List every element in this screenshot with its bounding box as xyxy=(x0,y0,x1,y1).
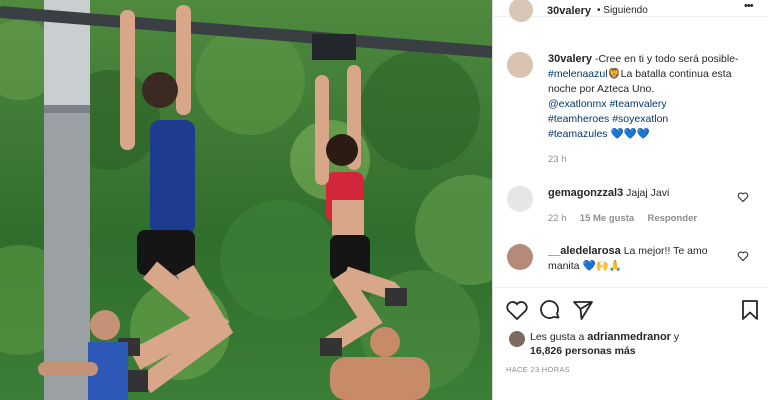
comment-1-likes[interactable]: 15 Me gusta xyxy=(580,213,634,224)
hashtag-soyexatlon[interactable]: #soyexatlon xyxy=(612,113,668,125)
caption-text-1: -Cree en ti y todo será posible- xyxy=(594,53,739,65)
hashtag-teamvalery[interactable]: #teamvalery xyxy=(609,98,666,110)
post-caption: 30valery -Cree en ti y todo será posible… xyxy=(548,52,748,142)
lion-emoji: 🦁 xyxy=(607,68,621,80)
photo-scene xyxy=(0,0,492,400)
mention-exatlonmx[interactable]: @exatlonmx xyxy=(548,98,607,110)
comment-1-meta: 22 h 15 Me gusta Responder xyxy=(548,213,697,224)
post-header: 30valery • Siguiendo ••• xyxy=(493,0,768,22)
comment-1-reply[interactable]: Responder xyxy=(647,213,697,224)
caption-username[interactable]: 30valery xyxy=(548,53,592,65)
comment-2-username[interactable]: __aledelarosa xyxy=(548,245,621,257)
post-side-panel: 30valery • Siguiendo ••• 30valery -Cree … xyxy=(492,0,768,400)
comment-2-emojis: 💙🙌🙏 xyxy=(582,260,622,272)
more-icon[interactable]: ••• xyxy=(744,0,754,12)
comment-2: __aledelarosa La mejor!! Te amo manita 💙… xyxy=(548,244,733,274)
blue-hearts-emoji: 💙💙💙 xyxy=(610,128,650,140)
hashtag-melenaazul[interactable]: #melenaazul xyxy=(548,68,608,80)
author-avatar[interactable] xyxy=(509,0,533,22)
follow-status: • Siguiendo xyxy=(597,5,648,16)
paper-plane-icon[interactable] xyxy=(571,298,595,322)
liker-username[interactable]: adrianmedranor xyxy=(587,331,671,343)
likes-prefix: Les gusta a xyxy=(530,331,585,343)
liker-avatar[interactable] xyxy=(509,331,525,347)
comment-avatar-2[interactable] xyxy=(507,244,533,270)
likes-conj: y xyxy=(673,331,680,343)
comment-1-heart-icon[interactable] xyxy=(737,191,749,203)
likes-count[interactable]: 16,826 personas más xyxy=(530,345,636,357)
comment-icon[interactable] xyxy=(538,298,562,322)
likes-summary: Les gusta a adrianmedranor y xyxy=(530,330,735,345)
caption-time[interactable]: 23 h xyxy=(548,154,567,165)
comment-1: gemagonzzal3 Jajaj Javi xyxy=(548,187,738,199)
hashtag-teamazules[interactable]: #teamazules xyxy=(548,128,608,140)
comment-1-username[interactable]: gemagonzzal3 xyxy=(548,187,623,199)
comment-2-heart-icon[interactable] xyxy=(737,250,749,262)
bookmark-icon[interactable] xyxy=(738,298,762,322)
hashtag-teamheroes[interactable]: #teamheroes xyxy=(548,113,609,125)
comment-avatar-1[interactable] xyxy=(507,186,533,212)
actions-divider xyxy=(493,287,768,288)
follow-status-text[interactable]: Siguiendo xyxy=(603,5,647,16)
comment-1-text: Jajaj Javi xyxy=(626,187,670,199)
comment-1-time[interactable]: 22 h xyxy=(548,213,567,224)
caption-avatar[interactable] xyxy=(507,52,533,78)
post-timestamp[interactable]: HACE 23 HORAS xyxy=(506,365,570,374)
author-username[interactable]: 30valery xyxy=(547,5,591,17)
heart-icon[interactable] xyxy=(505,298,529,322)
post-photo[interactable] xyxy=(0,0,492,400)
